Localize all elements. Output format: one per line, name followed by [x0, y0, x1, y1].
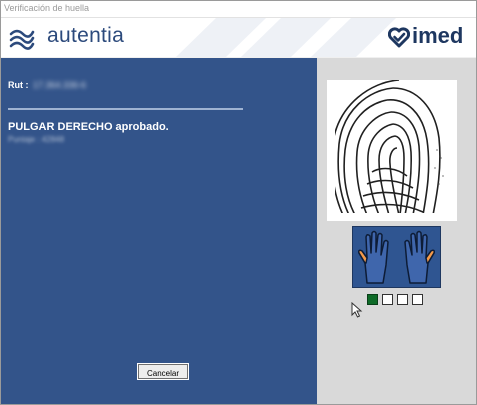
divider-line [8, 108, 243, 110]
step-box-1 [367, 294, 378, 305]
header-banner: autentia imed [1, 18, 476, 57]
hands-graphic [358, 230, 435, 284]
step-box-2 [382, 294, 393, 305]
rut-label: Rut : [8, 80, 29, 90]
status-panel: Rut : 17.364.336-6 PULGAR DERECHO aproba… [1, 58, 317, 404]
fingerprint-image [335, 80, 444, 213]
imed-brand-text: imed [412, 23, 464, 48]
score-text: Puntaje : 42848 [8, 135, 65, 144]
status-message: PULGAR DERECHO aprobado. [8, 121, 169, 133]
hands-icon [352, 226, 441, 288]
autentia-brand-text: autentia [47, 24, 125, 47]
rut-value: 17.364.336-6 [33, 80, 87, 90]
step-box-3 [397, 294, 408, 305]
mouse-cursor-icon [351, 302, 363, 318]
autentia-logo-icon [9, 29, 35, 50]
verification-window: Verificación de huella autentia imed Rut… [0, 0, 477, 405]
imed-heart-check-icon [388, 27, 410, 48]
capture-panel [317, 58, 476, 404]
window-title: Verificación de huella [4, 3, 90, 13]
fingerprint-frame [327, 80, 457, 221]
cancel-button[interactable]: Cancelar [137, 363, 189, 380]
title-bar: Verificación de huella [1, 1, 476, 18]
step-box-4 [412, 294, 423, 305]
